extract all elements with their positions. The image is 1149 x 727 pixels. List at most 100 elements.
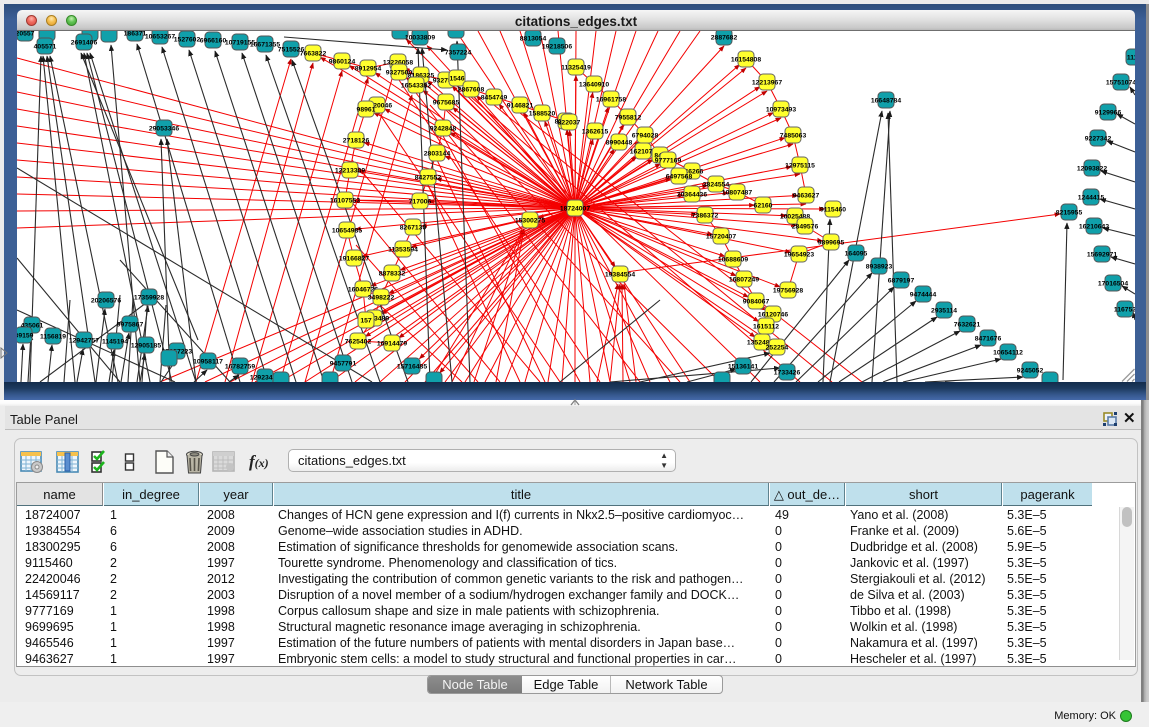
svg-text:9675685: 9675685 [433,99,460,106]
svg-text:9084067: 9084067 [743,298,770,305]
svg-text:822037: 822037 [558,119,581,126]
svg-text:9115460: 9115460 [820,206,846,213]
svg-text:10654112: 10654112 [993,349,1023,356]
svg-text:98961: 98961 [357,106,376,113]
svg-text:16648784: 16648784 [871,97,901,104]
svg-text:2849576: 2849576 [792,223,819,230]
svg-text:17016504: 17016504 [1098,280,1128,287]
svg-text:6794028: 6794028 [632,132,659,139]
svg-text:186371: 186371 [124,31,147,37]
svg-text:9975867: 9975867 [117,321,144,328]
svg-text:164095: 164095 [845,250,868,257]
svg-text:157: 157 [360,317,372,324]
svg-text:15716485: 15716485 [397,363,427,370]
svg-text:1615112: 1615112 [753,323,779,330]
svg-text:7485063: 7485063 [780,132,807,139]
svg-text:11325419: 11325419 [561,64,591,71]
svg-text:8912954: 8912954 [355,65,382,72]
svg-text:15751074: 15751074 [1106,79,1135,86]
svg-text:8471676: 8471676 [975,335,1002,342]
svg-text:1244415: 1244415 [1078,194,1105,201]
svg-text:1362615: 1362615 [582,128,609,135]
svg-text:2867608: 2867608 [458,86,485,93]
svg-text:10973493: 10973493 [766,106,796,113]
svg-text:62160: 62160 [754,202,773,209]
svg-text:15136141: 15136141 [728,363,758,370]
svg-text:116753: 116753 [1114,306,1135,313]
svg-text:9245052: 9245052 [1017,367,1044,374]
svg-text:12942757: 12942757 [69,337,99,344]
svg-text:19654923: 19654923 [784,251,814,258]
svg-text:10654985: 10654985 [332,227,362,234]
svg-text:8813054: 8813054 [520,35,547,42]
svg-text:8878332: 8878332 [379,270,406,277]
svg-text:16914479: 16914479 [377,340,407,347]
svg-text:10688609: 10688609 [718,256,748,263]
svg-text:16154808: 16154808 [731,56,761,63]
svg-text:16107553: 16107553 [330,197,360,204]
svg-text:9899695: 9899695 [818,239,845,246]
svg-text:15692971: 15692971 [1087,251,1117,258]
svg-text:11353594: 11353594 [388,246,418,253]
svg-text:6497568: 6497568 [666,173,693,180]
svg-text:16807249: 16807249 [729,276,759,283]
svg-text:9474444: 9474444 [910,291,937,298]
svg-text:12905185: 12905185 [131,342,161,349]
svg-text:1117: 1117 [1127,54,1135,61]
svg-text:19384554: 19384554 [605,271,635,278]
svg-text:1527602: 1527602 [174,36,201,43]
svg-text:9227342: 9227342 [1085,135,1112,142]
svg-text:20364436: 20364436 [677,191,707,198]
svg-text:16543382: 16543382 [401,82,431,89]
svg-text:16782759: 16782759 [225,363,255,370]
svg-text:8454749: 8454749 [481,94,508,101]
svg-text:7632621: 7632621 [954,321,981,328]
svg-text:9463627: 9463627 [793,192,820,199]
svg-text:7357224: 7357224 [445,49,472,56]
svg-text:16671355: 16671355 [250,41,280,48]
svg-text:15300275: 15300275 [515,217,545,224]
svg-text:10958117: 10958117 [193,358,223,365]
svg-text:717006: 717006 [409,198,432,205]
svg-text:1588520: 1588520 [529,110,556,117]
svg-text:13640910: 13640910 [579,81,609,88]
svg-text:19756928: 19756928 [773,287,803,294]
svg-text:18724007: 18724007 [560,205,590,212]
svg-text:15720407: 15720407 [706,233,736,240]
svg-text:9860124: 9860124 [329,58,356,65]
svg-text:12213967: 12213967 [752,79,782,86]
svg-text:12093822: 12093822 [1077,165,1107,172]
svg-text:6966160: 6966160 [200,37,227,44]
svg-text:2803144: 2803144 [424,150,451,157]
svg-text:7625402: 7625402 [345,338,372,345]
svg-text:3824554: 3824554 [703,181,730,188]
svg-text:16120746: 16120746 [758,311,788,318]
svg-text:10033809: 10033809 [405,34,435,41]
svg-text:39159: 39159 [17,332,34,339]
svg-text:6879197: 6879197 [888,277,915,284]
svg-text:8267130: 8267130 [400,224,427,231]
svg-text:19218506: 19218506 [542,43,572,50]
svg-text:10807487: 10807487 [722,189,752,196]
svg-text:12975115: 12975115 [785,162,815,169]
svg-text:8215955: 8215955 [1056,209,1083,216]
svg-text:2887682: 2887682 [711,34,738,41]
svg-text:2935114: 2935114 [931,307,957,314]
svg-text:2691406: 2691406 [71,39,98,46]
svg-text:16210643: 16210643 [1079,223,1109,230]
svg-text:2718126: 2718126 [343,137,370,144]
svg-text:9146821: 9146821 [507,102,534,109]
svg-text:1733426: 1733426 [774,369,801,376]
svg-text:8427552: 8427552 [415,174,442,181]
svg-text:252254: 252254 [766,344,789,351]
svg-text:9457791: 9457791 [330,360,357,367]
svg-text:29053346: 29053346 [149,125,179,132]
svg-text:7955812: 7955812 [615,114,642,121]
svg-text:8990448: 8990448 [606,139,633,146]
svg-text:9242848: 9242848 [430,125,457,132]
svg-text:3498222: 3498222 [368,294,395,301]
svg-text:10653267: 10653267 [145,33,175,40]
svg-text:8938923: 8938923 [866,263,893,270]
svg-text:405571: 405571 [34,43,57,50]
svg-text:20557: 20557 [17,31,35,37]
